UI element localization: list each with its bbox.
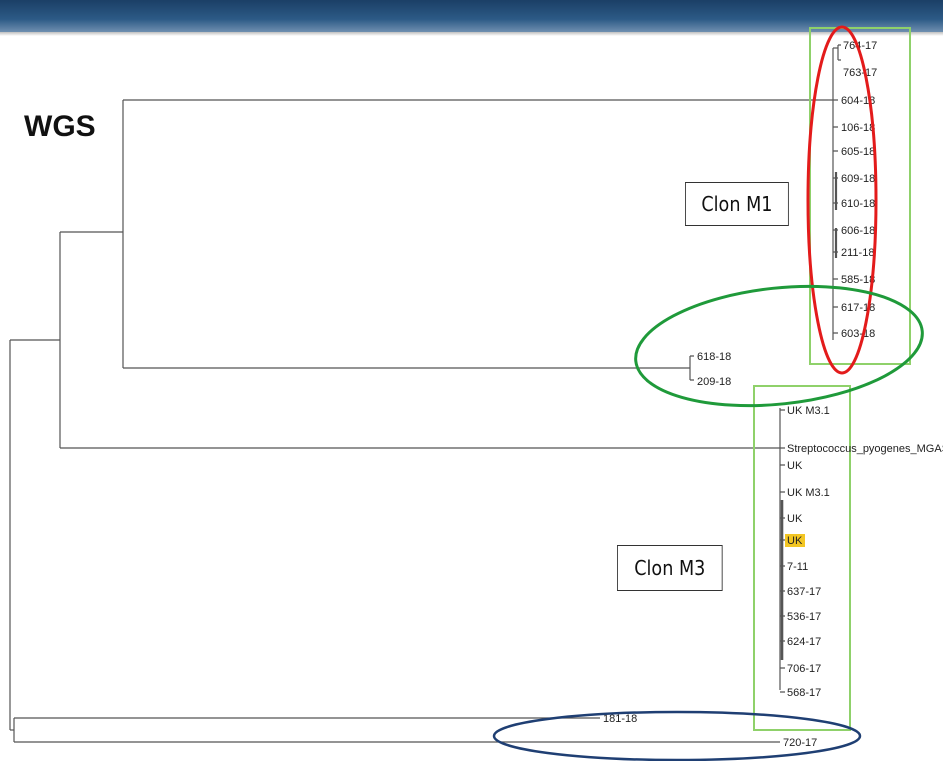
leaf-label: 106-18 [841, 122, 875, 134]
clone-m3-text: Clon M3 [634, 556, 706, 580]
leaf-label: UK [787, 513, 803, 525]
leaf-label: 603-18 [841, 328, 875, 340]
leaf-label: 536-17 [787, 611, 821, 623]
phylogenetic-tree: 764-17763-17604-18106-18605-18609-18610-… [9, 25, 943, 761]
leaf-label: 610-18 [841, 198, 875, 210]
leaf-label: 7-11 [787, 561, 808, 573]
ellipse-blue [492, 710, 862, 761]
leaf-label: UK M3.1 [787, 487, 830, 499]
leaf-label: UK [787, 460, 803, 472]
clone-m3-label: Clon M3 [617, 545, 723, 591]
leaf-label: 624-17 [787, 636, 821, 648]
clone-m3-box [753, 385, 851, 731]
clone-m1-text: Clon M1 [701, 192, 773, 216]
leaf-label: 605-18 [841, 146, 875, 158]
leaf-label: 706-17 [787, 663, 821, 675]
leaf-label: 763-17 [843, 67, 877, 79]
slide-title: WGS [24, 110, 96, 143]
leaf-label: 618-18 [697, 351, 731, 363]
leaf-label: UK M3.1 [787, 405, 830, 417]
leaf-label: 209-18 [697, 376, 731, 388]
labels-mid: 618-18 209-18 [697, 351, 731, 388]
ellipse-green [634, 284, 924, 408]
leaf-label: UK [787, 535, 803, 547]
leaf-label: 606-18 [841, 225, 875, 237]
leaf-label: 568-17 [787, 687, 821, 699]
labels-clone-m3: UK M3.1 Streptococcus_pyogenes_MGAS315, UK… [785, 405, 943, 699]
leaf-label: 211-18 [841, 247, 874, 259]
leaf-label: 720-17 [783, 737, 817, 749]
leaf-label: 609-18 [841, 173, 875, 185]
clone-m1-label: Clon M1 [685, 182, 789, 226]
tree-branches [9, 44, 841, 743]
leaf-label: 637-17 [787, 586, 821, 598]
leaf-label: Streptococcus_pyogenes_MGAS315, [787, 443, 943, 455]
leaf-label: 585-18 [841, 274, 875, 286]
